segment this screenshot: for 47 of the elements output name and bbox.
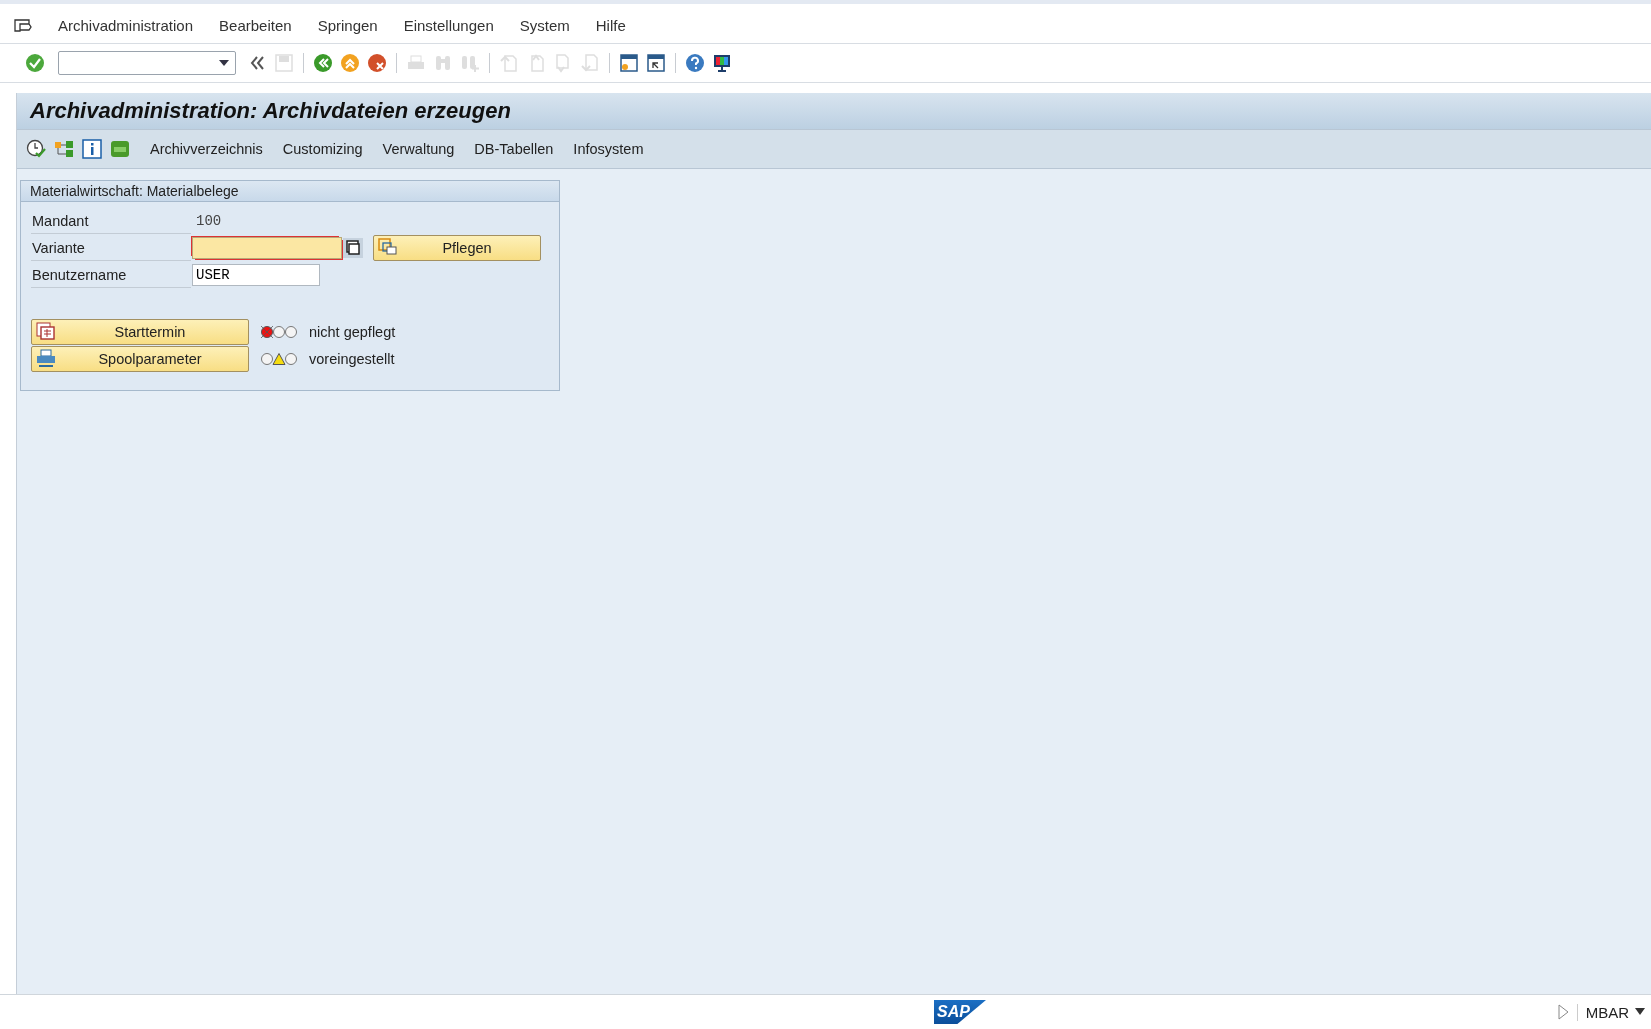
monitor-icon[interactable]	[712, 53, 732, 73]
system-name[interactable]: MBAR	[1585, 1003, 1629, 1021]
action-button[interactable]: Starttermin	[31, 319, 249, 345]
menu-item[interactable]: Archivadministration	[58, 17, 194, 34]
status-text: nicht gepflegt	[309, 324, 396, 340]
job-icon[interactable]	[110, 139, 130, 159]
caret-icon[interactable]	[1635, 1008, 1645, 1016]
screen-title: Archivadministration: Archivdateien erzeugen	[17, 93, 1651, 129]
help-icon[interactable]	[685, 53, 705, 73]
new-window-icon[interactable]	[619, 53, 639, 73]
toolbar-item[interactable]: Customizing	[282, 141, 363, 157]
tree-icon[interactable]	[54, 139, 74, 159]
menu-item[interactable]: Hilfe	[595, 17, 626, 34]
menu-item[interactable]: Springen	[317, 17, 378, 34]
field-value: 100	[195, 212, 222, 229]
field-label: Variante	[31, 234, 191, 261]
menu-icon[interactable]	[14, 17, 32, 34]
shortcut-window-icon[interactable]	[646, 53, 666, 73]
menu-item[interactable]: System	[519, 17, 570, 34]
status-text: voreingestellt	[309, 351, 395, 367]
toolbar-item[interactable]: DB-Tabellen	[474, 141, 554, 157]
caret-icon[interactable]	[219, 60, 229, 66]
input-field[interactable]: USER	[192, 263, 320, 286]
input-field[interactable]	[192, 236, 342, 259]
command-field[interactable]	[58, 51, 236, 75]
field-label: Benutzername	[31, 261, 191, 288]
toolbar-item[interactable]: Archivverzeichnis	[150, 141, 263, 157]
maintain-icon	[378, 237, 398, 258]
cancel-icon[interactable]	[367, 53, 387, 73]
back-arrows-icon[interactable]	[313, 53, 333, 73]
checkmark-icon[interactable]	[25, 53, 45, 73]
field-label: Mandant	[31, 207, 191, 234]
group-title: Materialwirtschaft: Materialbelege	[21, 181, 559, 202]
calendar-icon	[36, 322, 56, 342]
toolbar-item[interactable]: Infosystem	[573, 141, 644, 157]
menu-item[interactable]: Einstellungen	[403, 17, 494, 34]
action-button[interactable]: Spoolparameter	[31, 346, 249, 372]
clock-check-icon[interactable]	[26, 139, 46, 159]
maintain-button[interactable]: Pflegen	[373, 234, 541, 261]
play-icon[interactable]	[1556, 1004, 1569, 1020]
info-icon[interactable]	[82, 139, 102, 159]
menu-item[interactable]: Bearbeiten	[219, 17, 292, 34]
value-help-icon[interactable]	[343, 237, 363, 258]
printer-icon	[36, 349, 56, 369]
logo: SAP	[934, 1000, 986, 1024]
toolbar-item[interactable]: Verwaltung	[382, 141, 455, 157]
up-arrows-icon[interactable]	[340, 53, 360, 73]
